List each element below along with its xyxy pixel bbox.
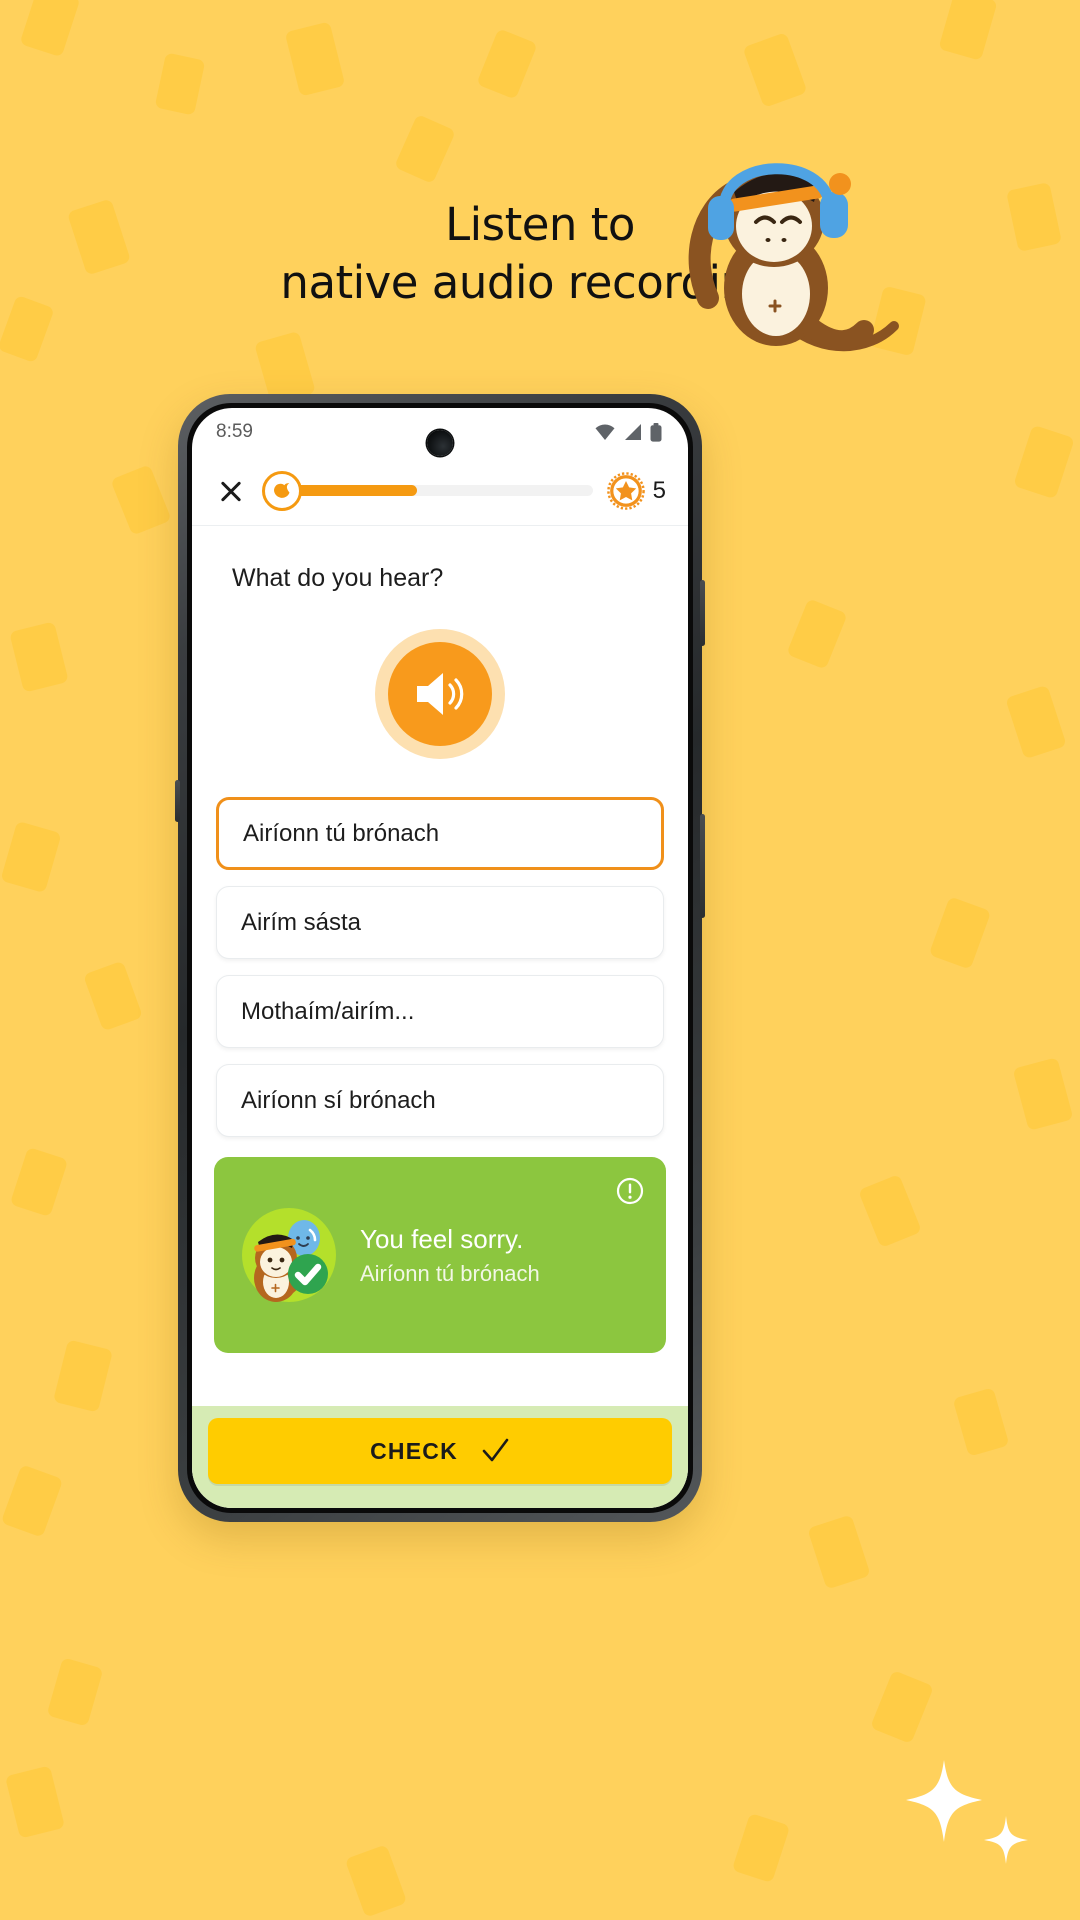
headline-line-1: Listen to — [445, 198, 635, 251]
answer-option[interactable]: Airíonn sí brónach — [216, 1064, 664, 1137]
answer-option-label: Airím sásta — [241, 908, 362, 936]
coin-count-label: 5 — [652, 476, 666, 504]
progress-track — [284, 485, 593, 496]
answer-option[interactable]: Mothaím/airím... — [216, 975, 664, 1048]
confetti-piece — [1005, 684, 1067, 760]
phone-left-button — [175, 780, 180, 822]
feedback-text: You feel sorry. Airíonn tú brónach — [360, 1224, 540, 1287]
battery-icon — [650, 422, 662, 442]
confetti-piece — [1012, 1057, 1074, 1131]
mondly-mascot-icon — [262, 470, 302, 511]
answer-option[interactable]: Airím sásta — [216, 886, 664, 959]
confetti-piece — [0, 1464, 64, 1538]
feedback-subtitle: Airíonn tú brónach — [360, 1260, 540, 1286]
confetti-piece — [0, 820, 62, 894]
confetti-piece — [938, 0, 998, 61]
confetti-piece — [83, 960, 143, 1032]
confetti-piece — [807, 1514, 871, 1590]
confetti-piece — [476, 28, 538, 100]
confetti-piece — [742, 32, 808, 108]
mascot-glyph-icon — [274, 482, 290, 498]
phone-screen: 8:59 5 What do you hear? Airíonn tú brón… — [192, 408, 688, 1508]
audio-area — [192, 593, 688, 759]
progress-fill — [284, 485, 417, 496]
check-button[interactable]: CHECK — [208, 1418, 672, 1484]
answer-option-label: Airíonn tú brónach — [243, 819, 440, 847]
phone-mockup: 8:59 5 What do you hear? Airíonn tú brón… — [175, 394, 705, 1522]
lesson-header: 5 — [192, 456, 688, 526]
checkmark-icon — [482, 1438, 509, 1462]
confetti-piece — [869, 1670, 935, 1744]
promo-headline: Listen to native audio recordings — [0, 196, 1080, 311]
answer-options-list: Airíonn tú brónach Airím sásta Mothaím/air… — [192, 759, 688, 1137]
confetti-piece — [731, 1812, 791, 1884]
cell-signal-icon — [625, 424, 641, 440]
speaker-icon — [417, 673, 464, 715]
lesson-footer: CHECK — [192, 1406, 688, 1508]
status-bar-time: 8:59 — [216, 421, 253, 442]
monkey-with-balloon-icon — [242, 1208, 336, 1302]
confetti-piece — [786, 598, 848, 670]
answer-option[interactable]: Airíonn tú brónach — [216, 797, 664, 870]
lesson-body: What do you hear? Airíonn tú brónach Airí… — [192, 526, 688, 1508]
close-button[interactable] — [214, 474, 248, 508]
monkey-with-headphones-icon — [688, 163, 899, 352]
check-button-label: CHECK — [370, 1437, 458, 1464]
phone-bezel: 8:59 5 What do you hear? Airíonn tú brón… — [187, 403, 693, 1513]
star-coin-counter: 5 — [606, 471, 666, 510]
wifi-icon — [595, 424, 615, 440]
phone-power-button — [700, 814, 705, 918]
confetti-piece — [952, 1387, 1010, 1457]
confetti-piece — [9, 1146, 69, 1218]
confetti-piece — [344, 1844, 408, 1918]
confetti-piece — [19, 0, 81, 58]
feedback-title: You feel sorry. — [360, 1223, 524, 1254]
confetti-piece — [1013, 424, 1075, 500]
status-bar: 8:59 — [192, 408, 688, 456]
answer-option-label: Mothaím/airím... — [241, 997, 415, 1025]
lesson-progress-bar — [262, 470, 593, 511]
confetti-piece — [394, 113, 456, 185]
front-camera-punch-hole — [427, 430, 453, 456]
confetti-piece — [154, 52, 206, 116]
feedback-banner: You feel sorry. Airíonn tú brónach — [214, 1157, 666, 1353]
confetti-piece — [52, 1339, 114, 1413]
confetti-piece — [46, 1657, 104, 1727]
phone-volume-button — [700, 580, 705, 646]
confetti-piece — [110, 464, 172, 536]
answer-option-label: Airíonn sí brónach — [241, 1086, 436, 1114]
confetti-piece — [928, 896, 992, 970]
feedback-avatar — [240, 1206, 338, 1304]
speaker-button-face — [388, 642, 492, 746]
sparkle-decoration-icon — [906, 1760, 1028, 1864]
confetti-piece — [857, 1174, 923, 1248]
confetti-piece — [4, 1765, 66, 1839]
status-bar-icons — [594, 422, 662, 442]
info-exclamation-icon[interactable] — [616, 1177, 644, 1205]
star-coin-icon — [606, 471, 645, 510]
confetti-piece — [9, 621, 69, 693]
headline-line-2: native audio recordings — [280, 255, 800, 309]
question-prompt: What do you hear? — [232, 564, 444, 592]
confetti-piece — [284, 21, 346, 97]
play-audio-button[interactable] — [375, 629, 505, 759]
